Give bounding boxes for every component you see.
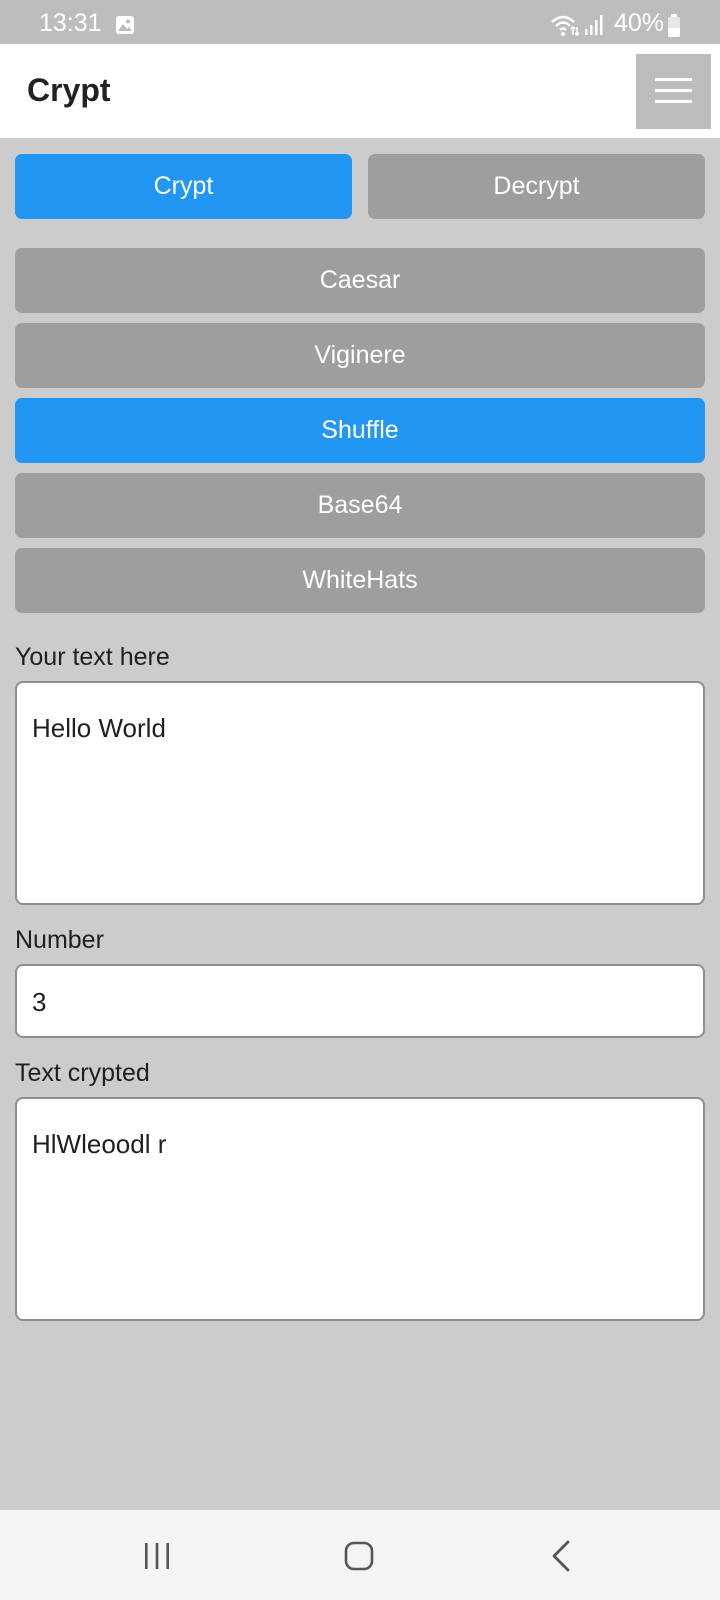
output-text-area[interactable]: HlWleoodl r (15, 1097, 705, 1321)
tab-decrypt[interactable]: Decrypt (368, 154, 705, 219)
navigation-bar (0, 1510, 720, 1600)
app-bar: Crypt (0, 44, 720, 138)
method-whitehats-button[interactable]: WhiteHats (15, 548, 705, 613)
battery-icon (668, 14, 680, 37)
hamburger-menu-icon (655, 78, 692, 103)
output-text-label: Text crypted (15, 1059, 150, 1087)
battery-percentage: 40% (614, 9, 665, 37)
app-title: Crypt (27, 72, 111, 108)
status-time: 13:31 (39, 9, 102, 37)
recents-icon[interactable] (143, 1542, 171, 1570)
home-icon[interactable] (344, 1541, 374, 1571)
input-text-area[interactable]: Hello World (15, 681, 705, 905)
method-base64-button[interactable]: Base64 (15, 473, 705, 538)
number-input[interactable]: 3 (15, 964, 705, 1038)
menu-button[interactable] (636, 54, 711, 129)
status-bar: 13:31 40% (0, 0, 720, 44)
back-icon[interactable] (550, 1540, 572, 1572)
input-text-label: Your text here (15, 643, 170, 671)
signal-icon (585, 15, 603, 35)
wifi-icon (551, 15, 580, 37)
method-shuffle-button[interactable]: Shuffle (15, 398, 705, 463)
number-label: Number (15, 926, 104, 954)
gallery-icon (116, 16, 134, 34)
method-viginere-button[interactable]: Viginere (15, 323, 705, 388)
method-caesar-button[interactable]: Caesar (15, 248, 705, 313)
tab-crypt[interactable]: Crypt (15, 154, 352, 219)
